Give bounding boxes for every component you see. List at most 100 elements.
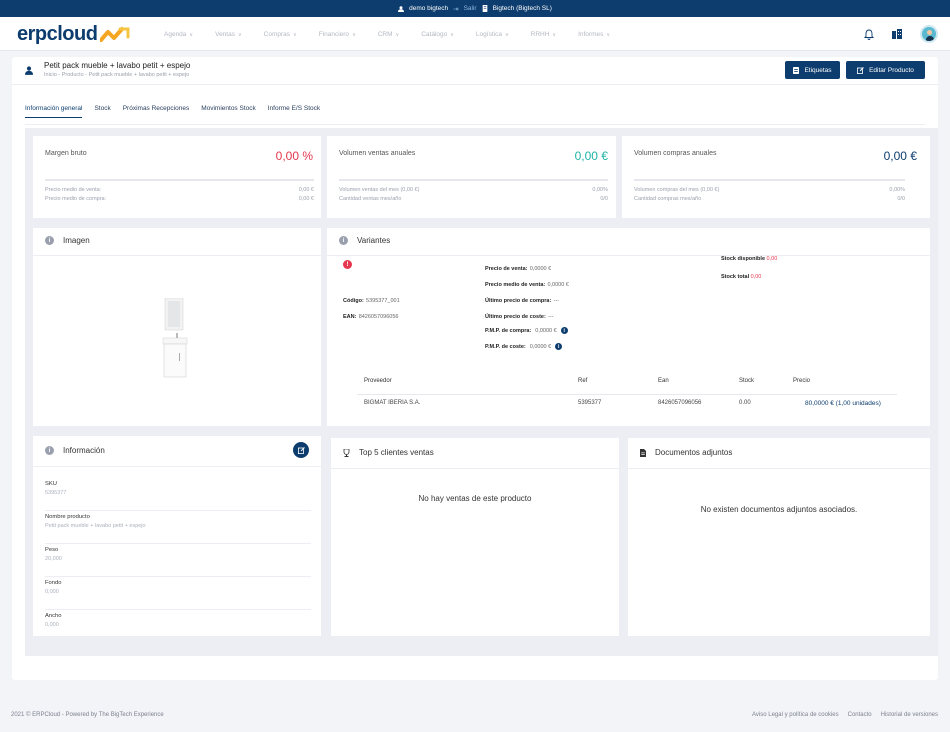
product-image[interactable] xyxy=(161,298,189,380)
ultimo-precio-compra: Último precio de compra: --- xyxy=(485,298,560,304)
menu-informes[interactable]: Informes ∨ xyxy=(578,31,610,38)
menu-ventas[interactable]: Ventas ∨ xyxy=(215,31,242,38)
topbar-username: demo bigtech xyxy=(409,5,449,12)
kpi-value: 0,00 € xyxy=(883,149,917,163)
footer-link-contacto[interactable]: Contacto xyxy=(848,712,872,718)
menu-agenda[interactable]: Agenda ∨ xyxy=(164,31,193,38)
product-user-icon xyxy=(25,66,33,75)
brand-name: erpcloud xyxy=(17,23,98,45)
kpi-volumen-compras: Volumen compras anuales 0,00 € Volumen c… xyxy=(622,136,930,218)
logout-icon[interactable]: ⇥ xyxy=(453,5,458,13)
edit-info-button[interactable] xyxy=(293,442,309,458)
kpi-progress-bar xyxy=(339,179,608,181)
field-sku: SKU 5395377 xyxy=(45,481,311,511)
field-nombre: Nombre producto Petit pack mueble + lavab… xyxy=(45,514,311,544)
kpi-progress-bar xyxy=(634,179,905,181)
ultimo-precio-coste: Último precio de coste: --- xyxy=(485,314,554,320)
info-icon: i xyxy=(45,446,54,455)
pmp-coste: P.M.P. de coste: 0,0000 € i xyxy=(485,343,563,350)
breadcrumb[interactable]: Inicio - Producto - Petit pack mueble + … xyxy=(44,72,189,78)
chevron-down-icon: ∨ xyxy=(293,31,297,38)
col-ref: Ref xyxy=(578,378,588,384)
user-icon xyxy=(398,5,405,12)
menu-crm[interactable]: CRM ∨ xyxy=(378,31,399,38)
field-ancho: Ancho 0,000 xyxy=(45,613,62,628)
top-user-bar: demo bigtech ⇥ Salir Bigtech (Bigtech SL… xyxy=(0,0,950,17)
kpi-label: Volumen ventas anuales xyxy=(339,150,416,157)
col-precio: Precio xyxy=(793,378,811,384)
chevron-down-icon: ∨ xyxy=(450,31,454,38)
user-avatar[interactable] xyxy=(920,25,938,43)
stock-total: Stock total 0,00 xyxy=(721,274,762,280)
menu-catalogo[interactable]: Catálogo ∨ xyxy=(421,31,454,38)
col-ean: Ean xyxy=(658,378,669,384)
product-tabs: Información general Stock Próximas Recep… xyxy=(25,105,332,118)
footer-copyright: 2021 © ERPCloud - Powered by The BigTech… xyxy=(11,712,164,718)
variantes-card-title: i Variantes xyxy=(339,236,390,245)
navbar-icons xyxy=(864,17,938,51)
panel-area: Margen bruto 0,00 % Precio medio de vent… xyxy=(25,128,938,656)
variant-ean: EAN: 8426057096056 xyxy=(343,314,399,320)
field-peso: Peso 20,000 xyxy=(45,547,311,577)
trophy-icon xyxy=(343,448,350,457)
bell-icon[interactable] xyxy=(864,29,874,40)
card-divider xyxy=(33,255,321,256)
tab-informe-es-stock[interactable]: Informe E/S Stock xyxy=(268,105,320,118)
company-switch-icon[interactable] xyxy=(892,29,902,39)
field-fondo: Fondo 0,000 xyxy=(45,580,311,610)
main-menu: Agenda ∨ Ventas ∨ Compras ∨ Financiero ∨ CRM… xyxy=(164,17,632,51)
edit-icon xyxy=(857,66,864,74)
variant-codigo: Código: 5395377_001 xyxy=(343,298,400,304)
documentos-empty-message: No existen documentos adjuntos asociados… xyxy=(700,505,858,514)
table-divider xyxy=(357,394,897,395)
menu-rrhh[interactable]: RRHH ∨ xyxy=(531,31,556,38)
imagen-card-title: i Imagen xyxy=(45,236,90,245)
card-divider xyxy=(33,466,321,467)
kpi-row: Volumen compras del mes (0,00 €) 0,00% xyxy=(634,187,905,193)
alert-icon: ! xyxy=(343,260,352,269)
price-venta: Precio de venta: 0,0000 € xyxy=(485,266,552,272)
top5-empty-message: No hay ventas de este producto xyxy=(418,494,532,503)
etiquetas-button[interactable]: Etiquetas xyxy=(785,61,840,79)
topbar-company[interactable]: Bigtech (Bigtech SL) xyxy=(493,5,552,12)
menu-compras[interactable]: Compras ∨ xyxy=(264,31,297,38)
info-icon[interactable]: i xyxy=(560,327,568,334)
footer-link-aviso-legal[interactable]: Aviso Legal y política de cookies xyxy=(752,712,839,718)
informacion-card-title: i Información xyxy=(45,446,105,455)
logout-link[interactable]: Salir xyxy=(464,5,477,12)
kpi-value: 0,00 € xyxy=(574,149,608,163)
tab-proximas-recepciones[interactable]: Próximas Recepciones xyxy=(123,105,189,118)
chevron-down-icon: ∨ xyxy=(606,31,611,38)
kpi-row: Volumen ventas del mes (0,00 €) 0,00% xyxy=(339,187,608,193)
tab-movimientos-stock[interactable]: Movimientos Stock xyxy=(201,105,256,118)
main-navbar: erpcloud Agenda ∨ Ventas ∨ Compras ∨ Financ… xyxy=(0,17,950,51)
main-content: Petit pack mueble + lavabo petit + espej… xyxy=(12,57,938,680)
erpcloud-logo[interactable]: erpcloud xyxy=(17,23,130,46)
imagen-card: i Imagen xyxy=(33,228,321,426)
edit-product-button[interactable]: Editar Producto xyxy=(846,61,925,79)
kpi-progress-bar xyxy=(45,179,314,181)
menu-financiero[interactable]: Financiero ∨ xyxy=(319,31,356,38)
kpi-row: Cantidad compras mes/año 0/0 xyxy=(634,196,905,202)
top5-card-title: Top 5 clientes ventas xyxy=(343,448,434,457)
menu-logistica[interactable]: Logística ∨ xyxy=(476,31,509,38)
tab-stock[interactable]: Stock xyxy=(94,105,110,118)
kpi-volumen-ventas: Volumen ventas anuales 0,00 € Volumen ve… xyxy=(327,136,616,218)
page-header: Petit pack mueble + lavabo petit + espej… xyxy=(12,57,938,85)
card-divider xyxy=(331,468,619,469)
etiquetas-label: Etiquetas xyxy=(804,66,832,74)
kpi-row: Cantidad ventas mes/año 0/0 xyxy=(339,196,608,202)
edit-product-label: Editar Producto xyxy=(869,66,914,74)
top5-clientes-card: Top 5 clientes ventas No hay ventas de e… xyxy=(331,438,619,636)
page-title: Petit pack mueble + lavabo petit + espej… xyxy=(44,61,191,70)
chevron-down-icon: ∨ xyxy=(395,31,400,38)
tabs-divider xyxy=(25,124,925,125)
tab-informacion-general[interactable]: Información general xyxy=(25,105,83,118)
kpi-margen-bruto: Margen bruto 0,00 % Precio medio de vent… xyxy=(33,136,321,218)
documentos-card: Documentos adjuntos No existen documento… xyxy=(628,438,930,636)
price-medio-venta: Precio medio de venta: 0,0000 € xyxy=(485,282,569,288)
chevron-down-icon: ∨ xyxy=(189,31,194,38)
info-icon[interactable]: i xyxy=(555,343,563,350)
building-icon xyxy=(482,5,487,12)
footer-link-historial[interactable]: Historial de versiones xyxy=(881,712,938,718)
